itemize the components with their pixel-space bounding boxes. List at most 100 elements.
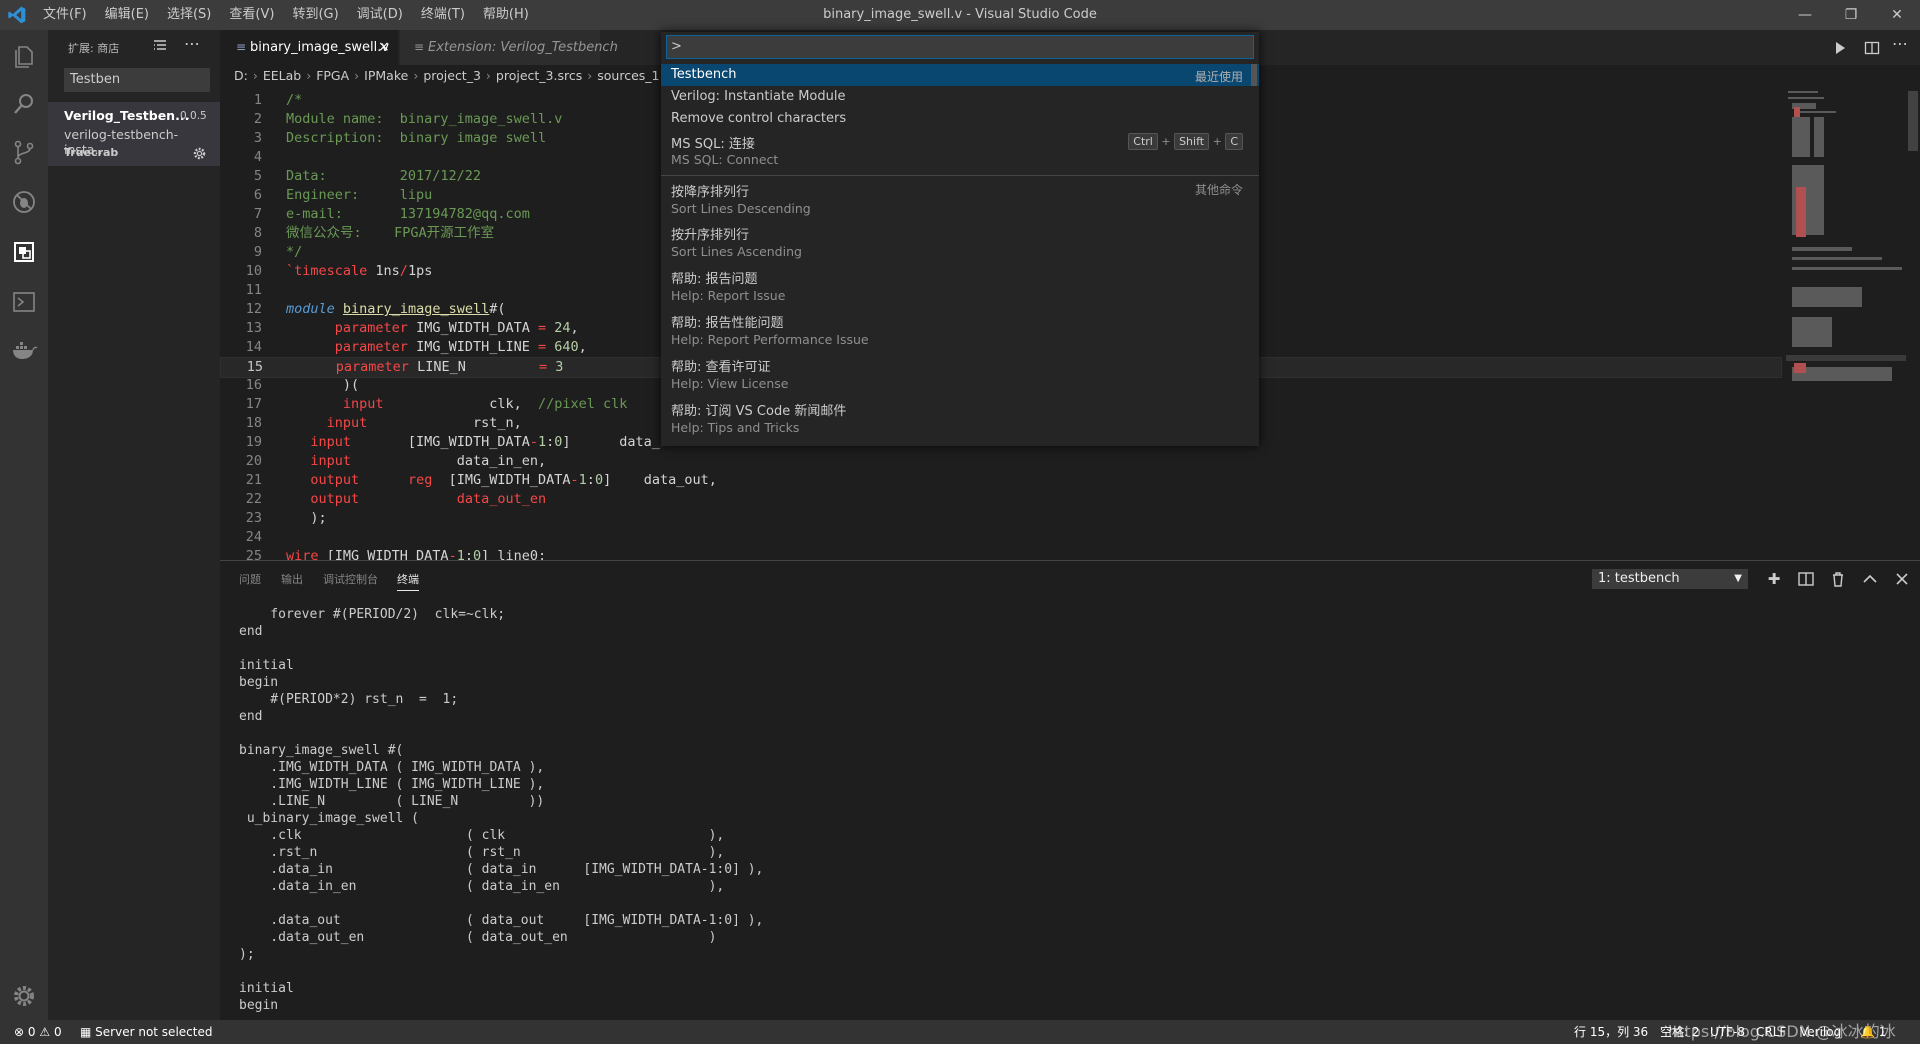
code-line: 22 output data_out_en: [220, 490, 1780, 509]
code-token: ] data_in: [562, 434, 677, 450]
explorer-icon[interactable]: [10, 42, 38, 70]
more-actions-icon[interactable]: ⋯: [184, 34, 200, 53]
close-window-button[interactable]: ✕: [1874, 0, 1920, 30]
line-number: 25: [245, 548, 262, 560]
tab-extension-verilog-testbench[interactable]: ≡ Extension: Verilog_Testbench: [400, 30, 618, 65]
code-token: Data: 2017/12/22: [286, 168, 482, 184]
tab-problems[interactable]: 问题: [239, 571, 261, 587]
keybinding: Ctrl + Shift + C: [1128, 133, 1243, 150]
scrollbar-thumb[interactable]: [1908, 91, 1918, 151]
trash-icon[interactable]: [1828, 569, 1848, 589]
breadcrumb-item[interactable]: project_3.srcs: [496, 65, 582, 87]
palette-item-report-perf[interactable]: 帮助: 报告性能问题 Help: Report Performance Issu…: [661, 307, 1259, 351]
docker-icon[interactable]: [10, 336, 38, 364]
menu-file[interactable]: 文件(F): [34, 0, 96, 30]
filter-list-icon[interactable]: [152, 38, 168, 54]
menu-view[interactable]: 查看(V): [220, 0, 283, 30]
minimize-button[interactable]: —: [1782, 0, 1828, 30]
minimap[interactable]: [1786, 87, 1906, 560]
split-editor-icon[interactable]: [1864, 40, 1880, 56]
manage-gear-icon[interactable]: [192, 146, 207, 161]
tab-label: Extension: Verilog_Testbench: [428, 40, 618, 55]
tab-debug-console[interactable]: 调试控制台: [323, 571, 378, 587]
run-icon[interactable]: [1832, 40, 1848, 56]
source-control-icon[interactable]: [10, 138, 38, 166]
palette-item-testbench[interactable]: Testbench 最近使用: [661, 64, 1259, 86]
line-number: 3: [253, 130, 262, 146]
menu-debug[interactable]: 调试(D): [348, 0, 412, 30]
line-content: `timescale 1ns/1ps: [286, 262, 432, 281]
tab-binary-image-swell[interactable]: ≡ binary_image_swell.v ×: [220, 30, 398, 65]
palette-item-report-issue[interactable]: 帮助: 报告问题 Help: Report Issue: [661, 263, 1259, 307]
close-panel-icon[interactable]: [1892, 569, 1912, 589]
notifications[interactable]: 🔔 1: [1860, 1020, 1886, 1044]
code-token: */: [286, 244, 303, 260]
cursor-position[interactable]: 行 15，列 36: [1574, 1020, 1648, 1044]
menu-help[interactable]: 帮助(H): [474, 0, 538, 30]
menu-bar: 文件(F) 编辑(E) 选择(S) 查看(V) 转到(G) 调试(D) 终端(T…: [34, 0, 538, 30]
split-terminal-icon[interactable]: [1796, 569, 1816, 589]
extension-list-item[interactable]: Verilog_Testben... 0.0.5 verilog-testben…: [48, 102, 220, 166]
key-shift: Shift: [1174, 133, 1210, 150]
restore-button[interactable]: ❐: [1828, 0, 1874, 30]
palette-item-mssql-connect[interactable]: MS SQL: 连接 MS SQL: Connect Ctrl + Shift …: [661, 130, 1259, 170]
tab-close-icon[interactable]: ×: [378, 30, 390, 65]
line-number: 2: [253, 111, 262, 127]
line-number: 21: [245, 472, 262, 488]
terminal-line: forever #(PERIOD/2) clk=~clk;: [239, 607, 506, 622]
warning-count: 0: [53, 1025, 62, 1039]
line-number: 10: [245, 263, 262, 279]
chevron-up-icon[interactable]: [1860, 569, 1880, 589]
palette-item-instantiate-module[interactable]: Verilog: Instantiate Module: [661, 86, 1259, 108]
breadcrumb-item[interactable]: EELab: [263, 65, 301, 87]
code-token: output: [310, 472, 360, 488]
search-icon[interactable]: [10, 90, 38, 118]
code-token: );: [286, 510, 327, 526]
debug-icon[interactable]: [10, 188, 38, 216]
code-token: )(: [286, 377, 360, 393]
terminal-line: begin: [239, 998, 279, 1013]
palette-scrollbar[interactable]: [1251, 64, 1257, 86]
menu-go[interactable]: 转到(G): [283, 0, 347, 30]
breadcrumb-item[interactable]: D:: [234, 65, 248, 87]
palette-item-detail: Help: View License: [671, 376, 789, 391]
title-bar: 文件(F) 编辑(E) 选择(S) 查看(V) 转到(G) 调试(D) 终端(T…: [0, 0, 1920, 30]
editor-more-actions-icon[interactable]: ⋯: [1892, 34, 1908, 53]
settings-gear-icon[interactable]: [10, 982, 38, 1010]
palette-item-sort-asc[interactable]: 按升序排列行 Sort Lines Ascending: [661, 219, 1259, 263]
editor-scrollbar[interactable]: [1906, 87, 1920, 560]
extension-search-input[interactable]: Testben: [64, 68, 210, 92]
palette-item-view-license[interactable]: 帮助: 查看许可证 Help: View License: [661, 351, 1259, 395]
terminal-select[interactable]: 1: testbench ▼: [1592, 569, 1748, 589]
code-token: rst_n,: [367, 415, 522, 431]
problems-indicator[interactable]: ⊗ 0 ⚠ 0: [14, 1020, 62, 1044]
breadcrumb-item[interactable]: IPMake: [364, 65, 408, 87]
status-bar: ⊗ 0 ⚠ 0 ▦ Server not selected 行 15，列 36 …: [0, 1020, 1920, 1044]
line-number: 8: [253, 225, 262, 241]
menu-terminal[interactable]: 终端(T): [412, 0, 474, 30]
code-token: data_in_en,: [351, 453, 547, 469]
breadcrumb-item[interactable]: FPGA: [316, 65, 349, 87]
breadcrumb-item[interactable]: sources_1: [597, 65, 659, 87]
command-palette-input[interactable]: >: [666, 35, 1254, 59]
line-number: 4: [253, 149, 262, 165]
code-line: 25 wire [IMG_WIDTH_DATA-1:0] line0;: [220, 547, 1780, 560]
tab-terminal[interactable]: 终端: [397, 571, 419, 591]
terminal-icon[interactable]: [10, 288, 38, 316]
code-token: -: [570, 472, 579, 488]
menu-edit[interactable]: 编辑(E): [96, 0, 158, 30]
extensions-icon[interactable]: [10, 238, 38, 266]
tab-output[interactable]: 输出: [281, 571, 303, 587]
line-content: )(: [286, 376, 359, 395]
palette-item-sort-desc[interactable]: 按降序排列行 Sort Lines Descending 其他命令: [661, 176, 1259, 218]
new-terminal-icon[interactable]: ✚: [1764, 569, 1784, 589]
line-number: 24: [245, 529, 262, 545]
palette-item-remove-control-chars[interactable]: Remove control characters: [661, 108, 1259, 130]
palette-item-newsletter[interactable]: 帮助: 订阅 VS Code 新闻邮件 Help: Tips and Trick…: [661, 395, 1259, 439]
breadcrumb-item[interactable]: project_3: [423, 65, 481, 87]
server-status[interactable]: ▦ Server not selected: [80, 1020, 212, 1044]
menu-selection[interactable]: 选择(S): [158, 0, 220, 30]
extensions-sidebar: 扩展: 商店 ⋯ Testben Verilog_Testben... 0.0.…: [48, 30, 220, 1020]
